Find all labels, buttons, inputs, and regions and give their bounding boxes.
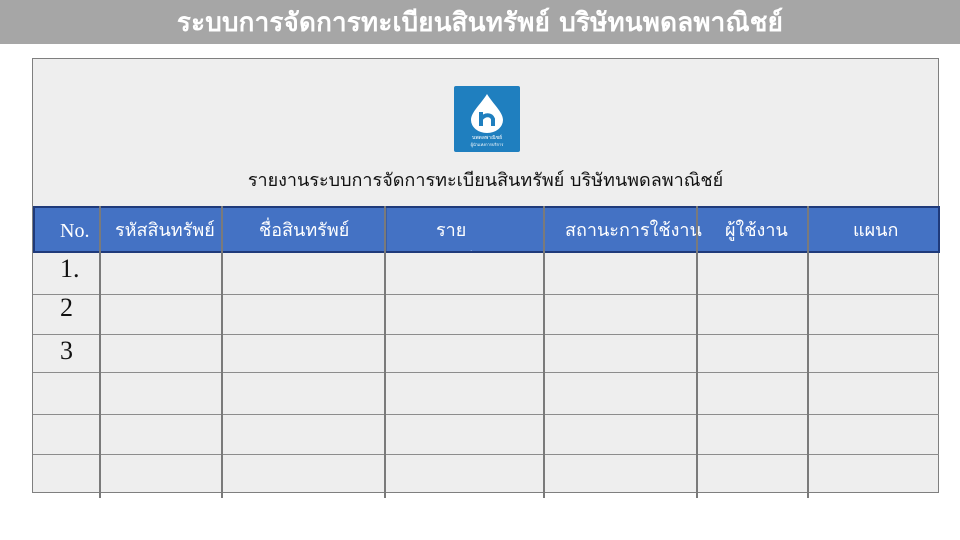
table-row-3-number: 3 <box>60 336 73 365</box>
page-title: ระบบการจัดการทะเบียนสินทรัพย์ บริษัทนพดล… <box>176 7 784 38</box>
page-title-bar: ระบบการจัดการทะเบียนสินทรัพย์ บริษัทนพดล… <box>0 0 960 44</box>
logo-subtext: ผู้นำแห่งการบริการ <box>470 142 504 147</box>
logo-text: นพดลพาณิชย์ <box>471 135 503 141</box>
column-header-no[interactable]: No. <box>60 216 89 246</box>
company-logo: นพดลพาณิชย์ ผู้นำแห่งการบริการ <box>454 86 520 152</box>
column-header-user[interactable]: ผู้ใช้งาน <box>725 216 815 246</box>
report-title: รายงานระบบการจัดการทะเบียนสินทรัพย์ บริษ… <box>247 170 724 191</box>
column-header-asset-name[interactable]: ชื่อสินทรัพย์ <box>259 216 359 246</box>
column-header-usage-status[interactable]: สถานะการใช้งาน <box>565 216 705 246</box>
table-row-1-number: 1. <box>60 254 80 283</box>
table-row-2-number: 2 <box>60 293 73 322</box>
drop-logo-icon <box>471 94 503 133</box>
column-header-details[interactable]: รายละเอียด <box>436 216 526 251</box>
column-header-department[interactable]: แผนก <box>853 216 923 246</box>
column-header-asset-code[interactable]: รหัสสินทรัพย์ <box>115 216 215 246</box>
table-header-row: No. รหัสสินทรัพย์ ชื่อสินทรัพย์ รายละเอี… <box>33 206 940 253</box>
